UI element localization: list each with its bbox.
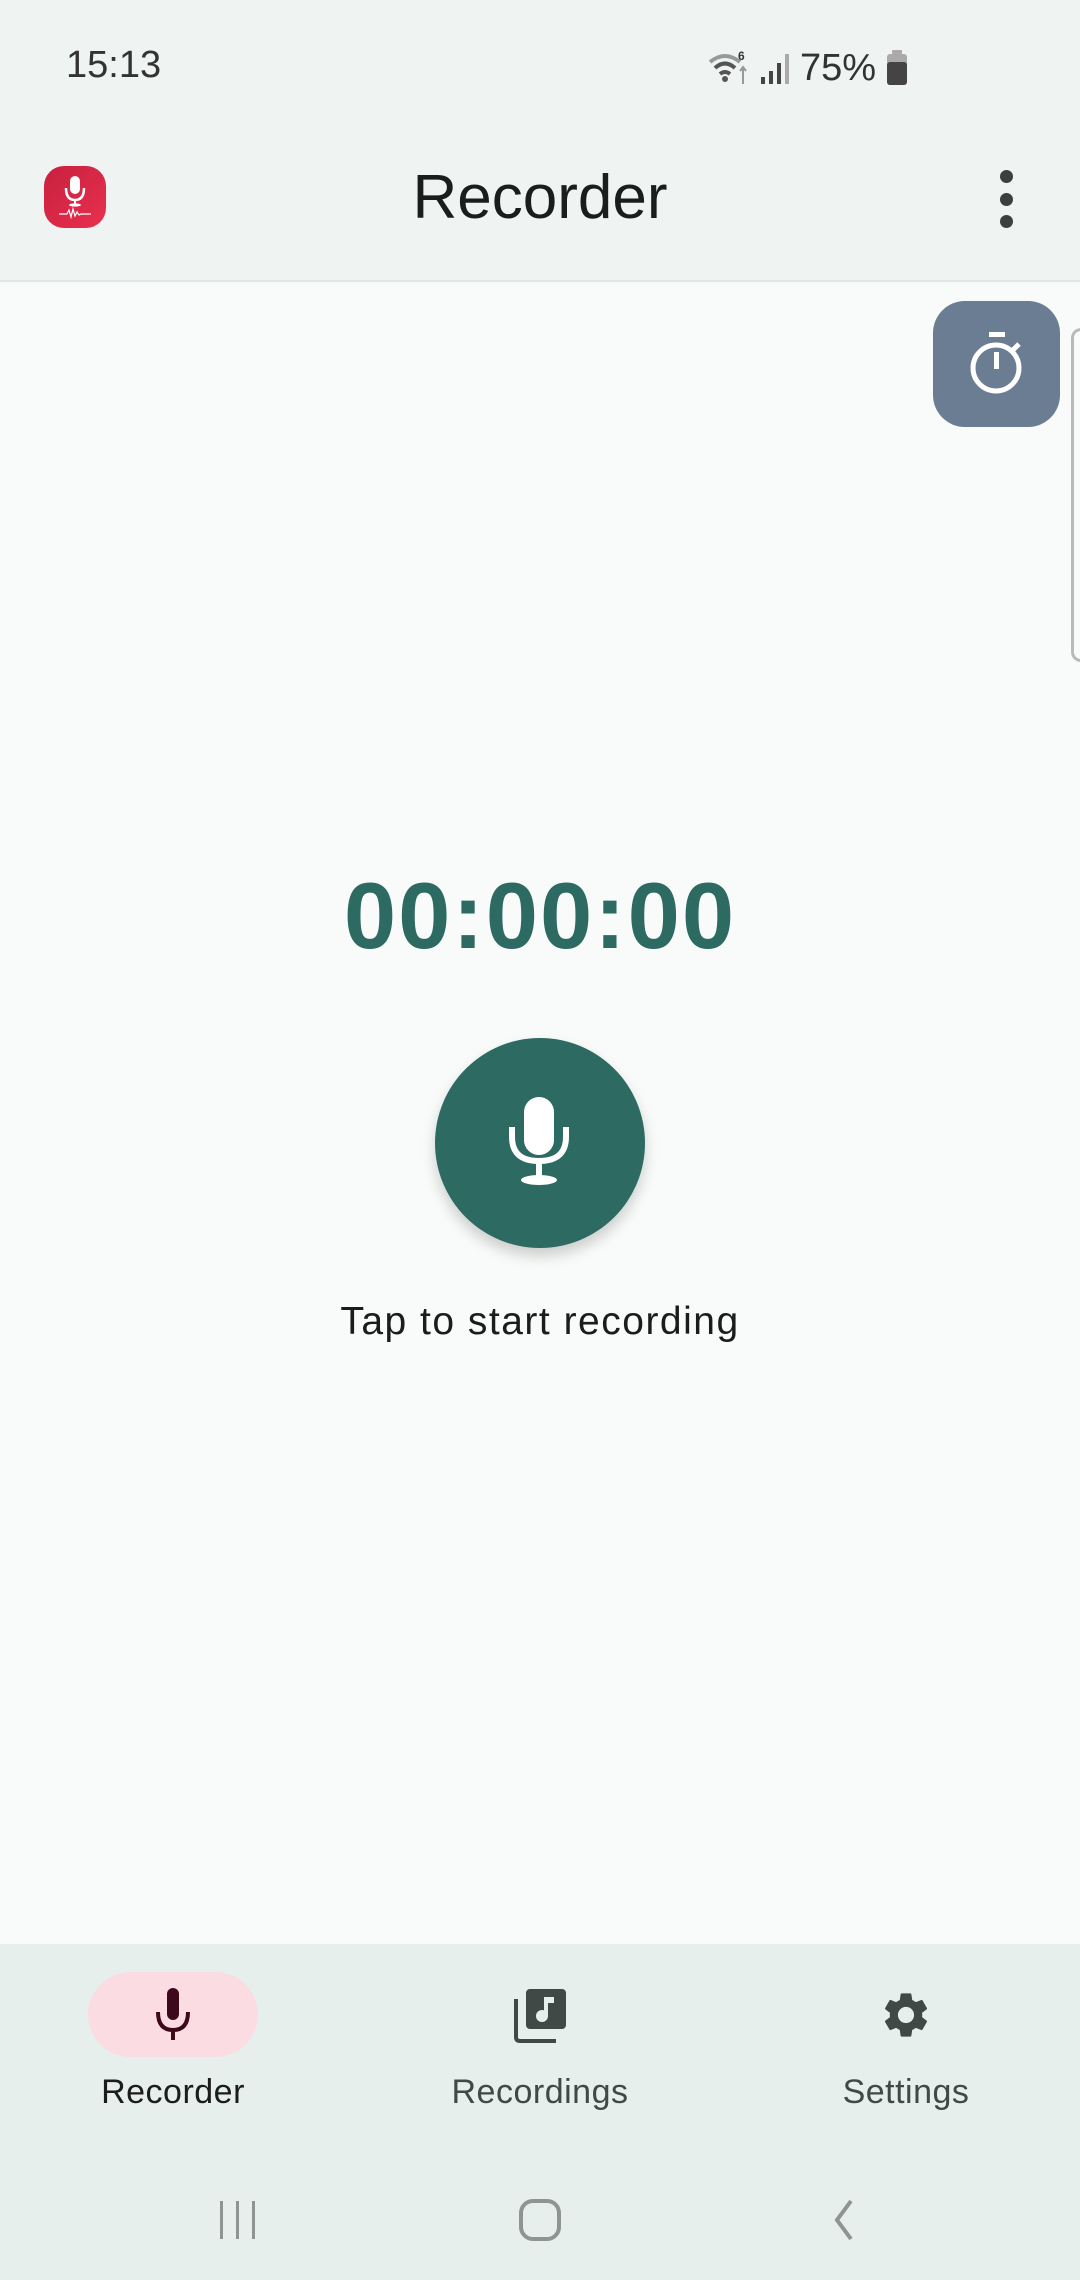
edge-panel-handle[interactable] — [1071, 328, 1080, 662]
signal-icon — [761, 54, 789, 84]
system-navigation-bar — [0, 2160, 1080, 2280]
nav-item-settings[interactable]: Settings — [756, 1972, 1056, 2122]
recents-icon — [220, 2201, 255, 2239]
nav-label: Settings — [842, 2073, 970, 2111]
app-bar: Recorder — [0, 140, 1080, 282]
more-options-button[interactable] — [990, 170, 1022, 228]
nav-label: Recordings — [451, 2073, 629, 2111]
nav-item-recorder[interactable]: Recorder — [23, 1972, 323, 2122]
battery-icon — [887, 50, 908, 85]
nav-item-recordings[interactable]: Recordings — [390, 1972, 690, 2122]
recents-button[interactable] — [198, 2190, 278, 2250]
gear-icon — [884, 1992, 928, 2037]
svg-text:6: 6 — [738, 50, 745, 63]
battery-percent: 75% — [800, 46, 877, 89]
library-music-icon — [514, 1988, 566, 2043]
page-title: Recorder — [412, 163, 668, 232]
status-bar: 15:13 6 75% — [0, 0, 1080, 140]
record-button[interactable] — [435, 1038, 645, 1248]
home-icon — [519, 2199, 561, 2241]
status-icons: 6 75% — [708, 46, 908, 89]
mic-icon — [509, 1097, 569, 1185]
more-vert-icon — [999, 170, 1013, 183]
home-button[interactable] — [500, 2190, 580, 2250]
wifi-icon: 6 — [708, 50, 747, 84]
nav-label: Recorder — [101, 2073, 245, 2111]
timer-button[interactable] — [933, 301, 1060, 427]
back-button[interactable] — [804, 2190, 884, 2250]
back-icon — [834, 2199, 853, 2241]
record-hint: Tap to start recording — [340, 1300, 740, 1343]
stopwatch-icon — [970, 332, 1021, 394]
nav-active-indicator — [88, 1972, 258, 2057]
mic-icon — [156, 1987, 190, 2040]
elapsed-time: 00:00:00 — [343, 863, 737, 968]
status-time: 15:13 — [66, 44, 162, 86]
